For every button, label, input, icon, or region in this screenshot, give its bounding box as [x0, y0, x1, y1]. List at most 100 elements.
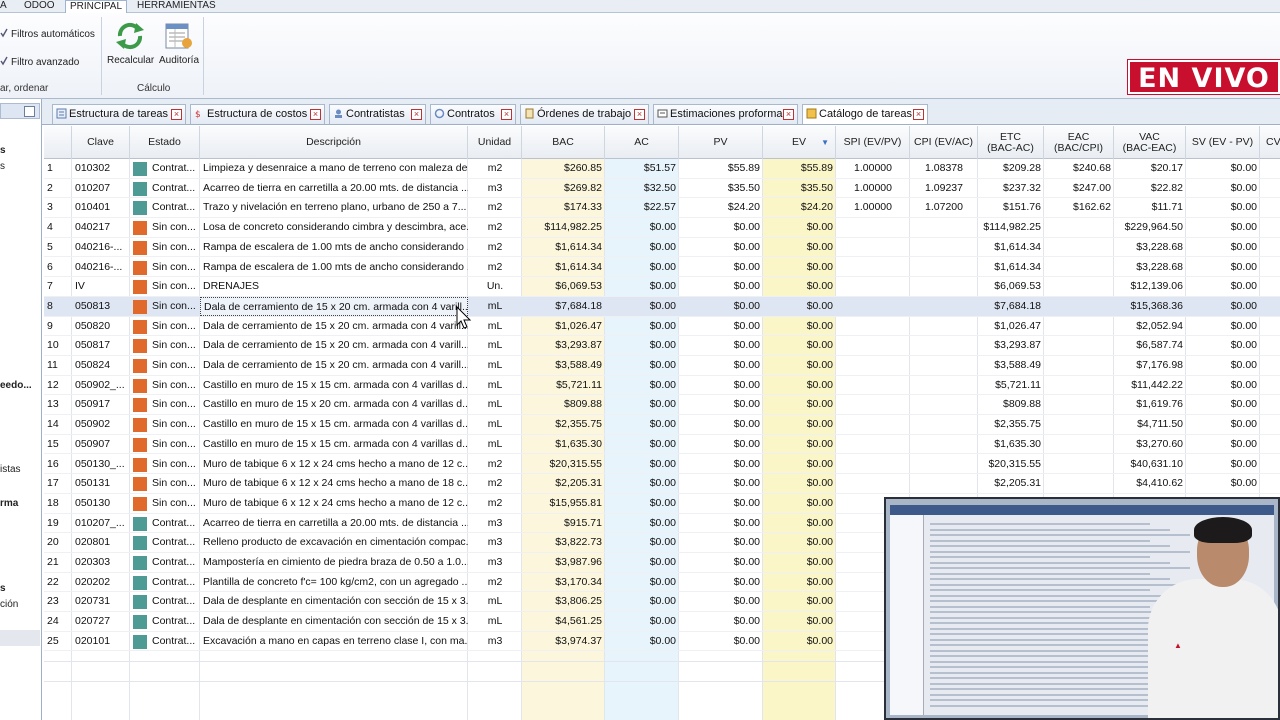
unidad-cell[interactable]: Un. [468, 277, 522, 296]
spi-cell[interactable] [836, 395, 910, 414]
clave-cell[interactable]: 050130 [72, 494, 130, 513]
table-row[interactable]: 5 040216-... Sin con... Rampa de escalera d… [44, 238, 1280, 258]
ac-cell[interactable]: $0.00 [605, 455, 679, 474]
ev-cell[interactable]: $0.00 [763, 573, 836, 592]
menu-tab-herramientas[interactable]: HERRAMIENTAS [137, 0, 217, 13]
sv-cell[interactable]: $0.00 [1186, 258, 1260, 277]
tab-contractors[interactable]: Contratistas × [329, 104, 426, 124]
cv-cell[interactable] [1260, 376, 1280, 395]
ev-cell[interactable]: $0.00 [763, 415, 836, 434]
column-header-spi[interactable]: SPI (EV/PV) [836, 126, 910, 159]
pv-cell[interactable]: $0.00 [679, 592, 763, 611]
descripcion-cell[interactable]: Trazo y nivelación en terreno plano, urb… [200, 198, 468, 217]
ac-cell[interactable]: $0.00 [605, 356, 679, 375]
cv-cell[interactable] [1260, 198, 1280, 217]
pv-cell[interactable]: $0.00 [679, 218, 763, 237]
eac-cell[interactable]: $240.68 [1044, 159, 1114, 178]
etc-cell[interactable]: $237.32 [978, 179, 1044, 198]
column-header-pv[interactable]: PV [679, 126, 763, 159]
bac-cell[interactable]: $174.33 [522, 198, 605, 217]
table-row[interactable]: 17 050131 Sin con... Muro de tabique 6 x 12… [44, 474, 1280, 494]
cv-cell[interactable] [1260, 415, 1280, 434]
column-header-cpi[interactable]: CPI (EV/AC) [910, 126, 978, 159]
ev-cell[interactable]: $0.00 [763, 395, 836, 414]
spi-cell[interactable] [836, 297, 910, 316]
cpi-cell[interactable] [910, 277, 978, 296]
table-row[interactable]: 13 050917 Sin con... Castillo en muro de 15… [44, 395, 1280, 416]
ac-cell[interactable]: $0.00 [605, 258, 679, 277]
etc-cell[interactable]: $20,315.55 [978, 455, 1044, 474]
clave-cell[interactable]: 010207 [72, 179, 130, 198]
descripcion-cell[interactable]: Rampa de escalera de 1.00 mts de ancho c… [200, 238, 468, 257]
vac-cell[interactable]: $3,228.68 [1114, 258, 1186, 277]
clave-cell[interactable]: 050902 [72, 415, 130, 434]
vac-cell[interactable]: $3,228.68 [1114, 238, 1186, 257]
column-header-sv[interactable]: SV (EV - PV) [1186, 126, 1260, 159]
bac-cell[interactable]: $1,614.34 [522, 258, 605, 277]
column-header-ev[interactable]: EV ▼ [763, 126, 836, 159]
clave-cell[interactable]: 050131 [72, 474, 130, 493]
sv-cell[interactable]: $0.00 [1186, 356, 1260, 375]
clave-cell[interactable]: 020303 [72, 553, 130, 572]
sv-cell[interactable]: $0.00 [1186, 474, 1260, 493]
cv-cell[interactable] [1260, 159, 1280, 178]
column-header-eac[interactable]: EAC (BAC/CPI) [1044, 126, 1114, 159]
ev-cell[interactable]: $0.00 [763, 277, 836, 296]
ev-cell[interactable]: $0.00 [763, 533, 836, 552]
descripcion-cell[interactable]: Castillo en muro de 15 x 15 cm. armada c… [200, 415, 468, 434]
ev-cell[interactable]: $0.00 [763, 455, 836, 474]
unidad-cell[interactable]: m2 [468, 218, 522, 237]
sv-cell[interactable]: $0.00 [1186, 336, 1260, 355]
sv-cell[interactable]: $0.00 [1186, 317, 1260, 336]
ac-cell[interactable]: $0.00 [605, 218, 679, 237]
sv-cell[interactable]: $0.00 [1186, 455, 1260, 474]
table-row[interactable]: 16 050130_... Sin con... Muro de tabique 6 … [44, 455, 1280, 475]
ev-cell[interactable]: $0.00 [763, 514, 836, 533]
clave-cell[interactable]: 040216-... [72, 238, 130, 257]
spi-cell[interactable] [836, 415, 910, 434]
estado-cell[interactable]: Contrat... [130, 573, 200, 592]
bac-cell[interactable]: $2,205.31 [522, 474, 605, 493]
descripcion-cell[interactable]: Muro de tabique 6 x 12 x 24 cms hecho a … [200, 494, 468, 513]
eac-cell[interactable] [1044, 317, 1114, 336]
eac-cell[interactable] [1044, 435, 1114, 454]
vac-cell[interactable]: $6,587.74 [1114, 336, 1186, 355]
sv-cell[interactable]: $0.00 [1186, 297, 1260, 316]
unidad-cell[interactable]: m3 [468, 632, 522, 651]
menu-tab-odoo[interactable]: ODOO [24, 0, 58, 13]
etc-cell[interactable]: $1,614.34 [978, 258, 1044, 277]
table-row[interactable]: 1 010302 Contrat... Limpieza y desenraice a… [44, 159, 1280, 179]
table-row[interactable]: 4 040217 Sin con... Losa de concreto consid… [44, 218, 1280, 238]
table-row[interactable]: 7 IV Sin con... DRENAJES Un. $6,069.53 $0.00 $0… [44, 277, 1280, 297]
clave-cell[interactable]: 020731 [72, 592, 130, 611]
bac-cell[interactable]: $269.82 [522, 179, 605, 198]
cpi-cell[interactable] [910, 336, 978, 355]
unidad-cell[interactable]: m2 [468, 159, 522, 178]
sv-cell[interactable]: $0.00 [1186, 395, 1260, 414]
ev-cell[interactable]: $0.00 [763, 238, 836, 257]
cpi-cell[interactable] [910, 356, 978, 375]
bac-cell[interactable]: $3,293.87 [522, 336, 605, 355]
table-row[interactable]: 6 040216-... Sin con... Rampa de escalera d… [44, 258, 1280, 278]
unidad-cell[interactable]: mL [468, 395, 522, 414]
bac-cell[interactable]: $3,806.25 [522, 592, 605, 611]
close-icon[interactable]: × [913, 109, 924, 120]
clave-cell[interactable]: 050824 [72, 356, 130, 375]
eac-cell[interactable] [1044, 415, 1114, 434]
descripcion-cell[interactable]: Castillo en muro de 15 x 15 cm. armada c… [200, 376, 468, 395]
estado-cell[interactable]: Sin con... [130, 238, 200, 257]
sv-cell[interactable]: $0.00 [1186, 159, 1260, 178]
ev-cell[interactable]: $24.20 [763, 198, 836, 217]
cpi-cell[interactable] [910, 415, 978, 434]
ac-cell[interactable]: $0.00 [605, 435, 679, 454]
descripcion-cell[interactable]: DRENAJES [200, 277, 468, 296]
ac-cell[interactable]: $0.00 [605, 317, 679, 336]
sv-cell[interactable]: $0.00 [1186, 435, 1260, 454]
clave-cell[interactable]: 010207_... [72, 514, 130, 533]
clave-cell[interactable]: 040217 [72, 218, 130, 237]
ev-cell[interactable]: $0.00 [763, 632, 836, 651]
unidad-cell[interactable]: m3 [468, 179, 522, 198]
cpi-cell[interactable]: 1.08378 [910, 159, 978, 178]
sv-cell[interactable]: $0.00 [1186, 198, 1260, 217]
spi-cell[interactable] [836, 455, 910, 474]
